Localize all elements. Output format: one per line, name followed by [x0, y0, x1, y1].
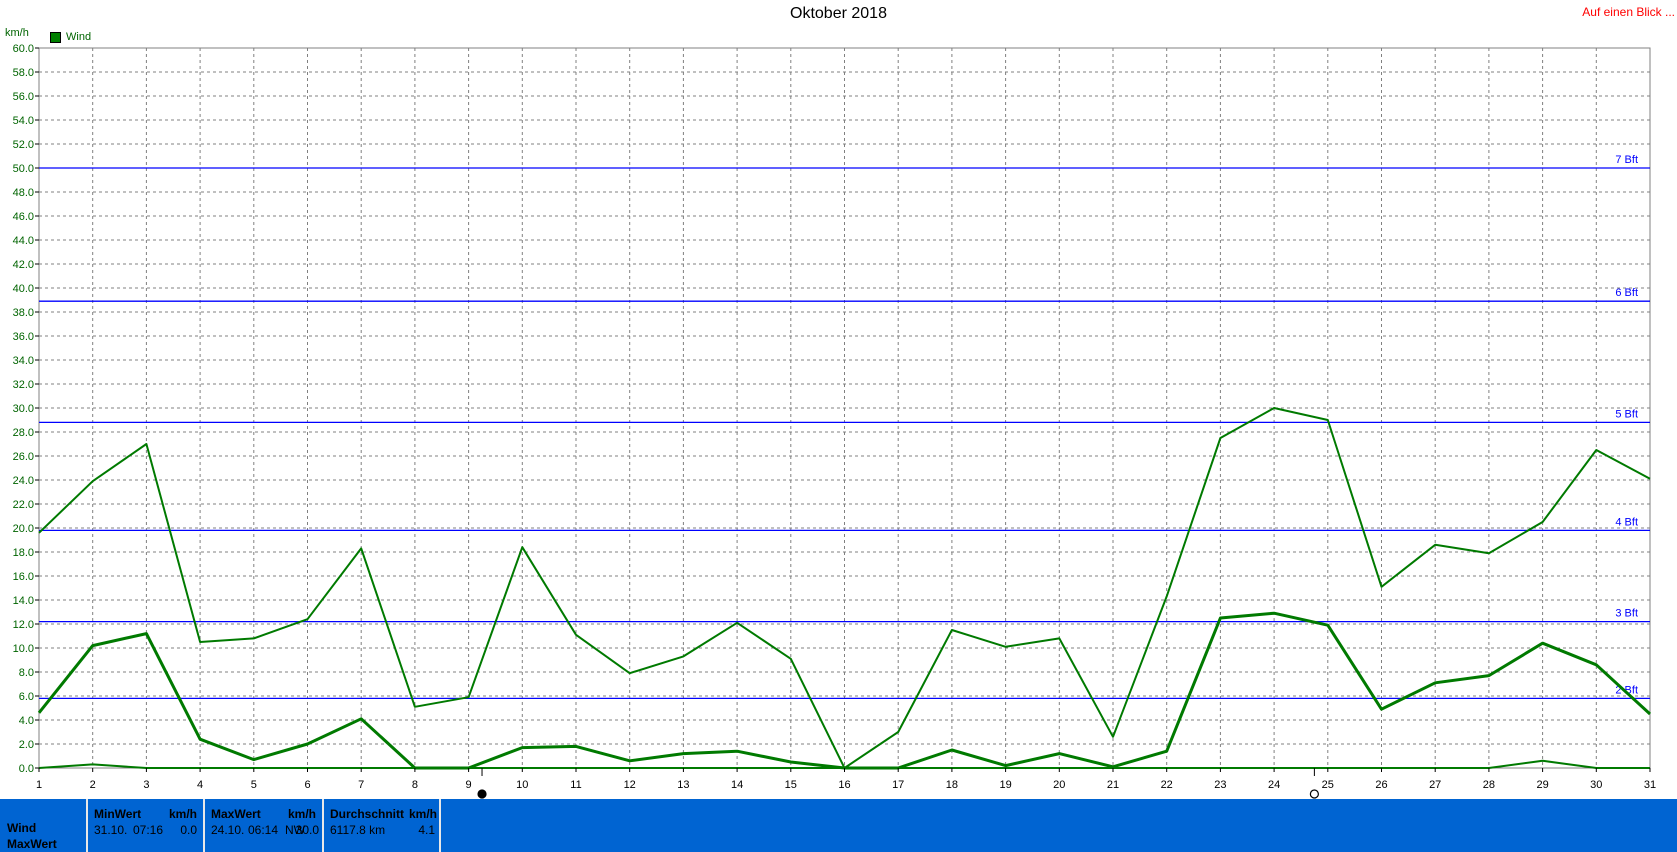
avg-distance: 6117.8 km — [330, 823, 386, 837]
y-tick-label: 22.0 — [13, 499, 34, 511]
y-tick-label: 4.0 — [19, 715, 34, 727]
y-tick-label: 54.0 — [13, 115, 34, 127]
x-tick-label: 11 — [570, 779, 581, 791]
min-unit: km/h — [168, 807, 197, 821]
x-tick-label: 19 — [999, 779, 1011, 791]
beaufort-label: 7 Bft — [1615, 154, 1638, 166]
y-tick-label: 32.0 — [13, 379, 34, 391]
x-tick-label: 29 — [1536, 779, 1548, 791]
x-tick-label: 14 — [731, 779, 743, 791]
min-time: 07:16 — [133, 823, 164, 837]
beaufort-label: 4 Bft — [1615, 516, 1638, 528]
min-header: MinWert — [94, 807, 142, 821]
y-tick-label: 0.0 — [19, 763, 34, 775]
x-tick-label: 13 — [677, 779, 689, 791]
x-tick-label: 3 — [143, 779, 149, 791]
x-tick-label: 6 — [304, 779, 310, 791]
y-tick-label: 30.0 — [13, 403, 34, 415]
max-unit: km/h — [287, 807, 316, 821]
beaufort-label: 6 Bft — [1615, 287, 1638, 299]
y-tick-label: 16.0 — [13, 571, 34, 583]
x-tick-label: 25 — [1322, 779, 1334, 791]
quick-view-link[interactable]: Auf einen Blick ... — [1582, 5, 1675, 19]
y-tick-label: 34.0 — [13, 355, 34, 367]
legend-swatch — [50, 31, 61, 43]
max-date: 24.10. — [211, 823, 245, 837]
y-tick-label: 52.0 — [13, 139, 34, 151]
wind-chart: 2 Bft3 Bft4 Bft5 Bft6 Bft7 Bft 0.02.04.0… — [13, 43, 1656, 799]
x-tick-label: 15 — [785, 779, 797, 791]
legend: Wind — [50, 31, 91, 43]
y-tick-label: 38.0 — [13, 307, 34, 319]
x-tick-label: 12 — [624, 779, 636, 791]
average-panel: Durchschnitt km/h 6117.8 km 4.1 — [322, 799, 441, 852]
y-tick-label: 18.0 — [13, 547, 34, 559]
x-tick-label: 5 — [251, 779, 257, 791]
row-label-maxwert: MaxWert — [7, 837, 57, 851]
y-tick-label: 56.0 — [13, 91, 34, 103]
min-value: 0.0 — [180, 823, 197, 837]
y-tick-label: 10.0 — [13, 643, 34, 655]
min-value-panel: MinWert km/h 31.10. 07:16 0.0 — [86, 799, 203, 852]
x-tick-label: 2 — [90, 779, 96, 791]
y-tick-label: 48.0 — [13, 187, 34, 199]
max-time: 06:14 — [248, 823, 279, 837]
new-moon-icon — [477, 789, 487, 799]
y-tick-label: 20.0 — [13, 523, 34, 535]
min-date: 31.10. — [94, 823, 128, 837]
stats-footer: Wind MaxWert MinWert km/h 31.10. 07:16 0… — [0, 799, 1677, 852]
y-tick-label: 42.0 — [13, 259, 34, 271]
beaufort-label: 3 Bft — [1615, 608, 1638, 620]
x-tick-label: 30 — [1590, 779, 1602, 791]
max-value-panel: MaxWert km/h 24.10. 06:14 NW 30.0 — [203, 799, 322, 852]
y-tick-label: 28.0 — [13, 427, 34, 439]
legend-label: Wind — [66, 31, 92, 43]
y-tick-label: 14.0 — [13, 595, 34, 607]
footer-spacer — [439, 799, 1677, 852]
y-tick-label: 58.0 — [13, 67, 34, 79]
x-tick-label: 28 — [1483, 779, 1495, 791]
y-tick-label: 40.0 — [13, 283, 34, 295]
x-tick-label: 17 — [892, 779, 904, 791]
x-tick-label: 27 — [1429, 779, 1441, 791]
y-tick-label: 46.0 — [13, 211, 34, 223]
row-labels: Wind MaxWert — [0, 799, 86, 852]
y-tick-label: 2.0 — [19, 739, 34, 751]
y-tick-label: 8.0 — [19, 667, 34, 679]
y-tick-label: 44.0 — [13, 235, 34, 247]
y-axis-unit-label: km/h — [5, 27, 29, 39]
x-tick-label: 22 — [1161, 779, 1173, 791]
max-value: 30.0 — [295, 823, 319, 837]
avg-value: 4.1 — [418, 823, 435, 837]
row-label-wind: Wind — [7, 821, 37, 835]
x-tick-label: 8 — [412, 779, 418, 791]
avg-header: Durchschnitt — [330, 807, 405, 821]
y-tick-label: 60.0 — [13, 43, 34, 55]
y-tick-label: 6.0 — [19, 691, 34, 703]
y-tick-label: 12.0 — [13, 619, 34, 631]
full-moon-icon — [1309, 789, 1319, 799]
x-tick-label: 16 — [838, 779, 850, 791]
x-tick-label: 1 — [36, 779, 42, 791]
x-tick-label: 10 — [516, 779, 528, 791]
y-tick-label: 24.0 — [13, 475, 34, 487]
x-tick-label: 18 — [946, 779, 958, 791]
x-tick-label: 31 — [1644, 779, 1656, 791]
x-tick-label: 24 — [1268, 779, 1280, 791]
avg-unit: km/h — [408, 807, 437, 821]
max-header: MaxWert — [211, 807, 261, 821]
x-tick-label: 9 — [466, 779, 472, 791]
x-tick-label: 4 — [197, 779, 203, 791]
x-tick-label: 20 — [1053, 779, 1065, 791]
x-tick-label: 7 — [358, 779, 364, 791]
beaufort-label: 5 Bft — [1615, 408, 1638, 420]
x-tick-label: 23 — [1214, 779, 1226, 791]
chart-title: Oktober 2018 — [790, 5, 887, 22]
x-tick-label: 21 — [1107, 779, 1119, 791]
y-tick-label: 26.0 — [13, 451, 34, 463]
y-tick-label: 36.0 — [13, 331, 34, 343]
y-tick-label: 50.0 — [13, 163, 34, 175]
x-tick-label: 26 — [1375, 779, 1387, 791]
